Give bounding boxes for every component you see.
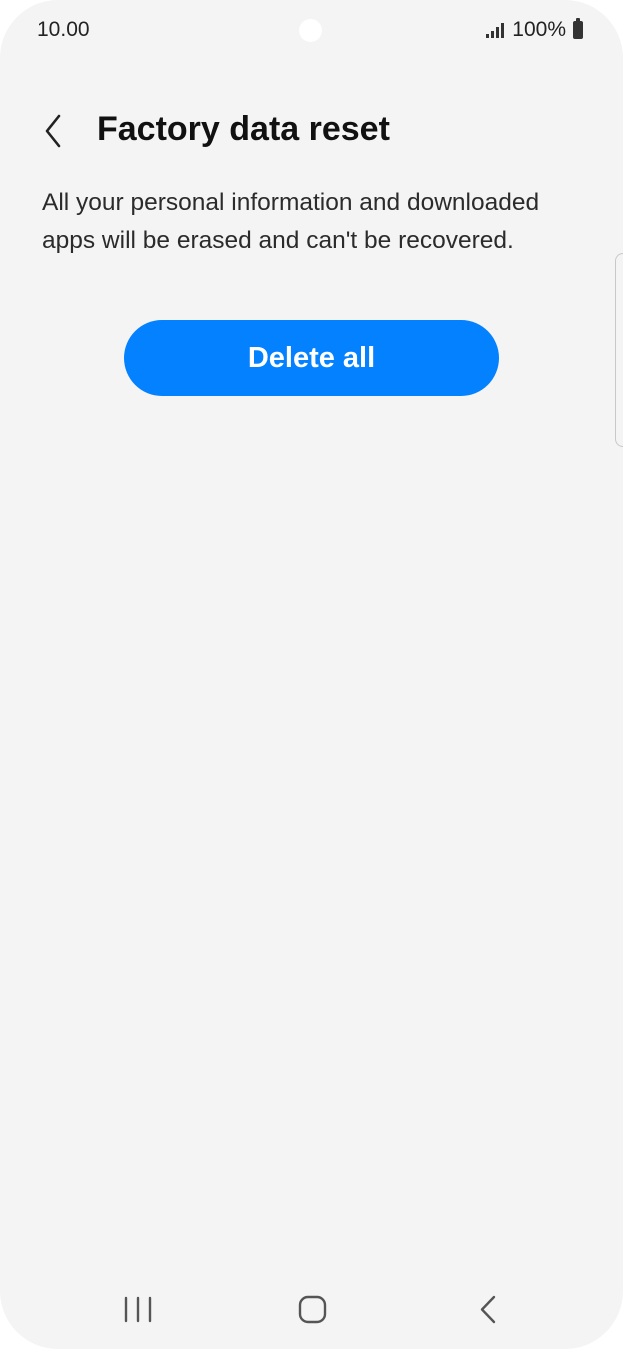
status-indicators: 100% [486, 18, 583, 42]
battery-percent: 100% [512, 18, 566, 41]
page-header: Factory data reset [0, 100, 623, 164]
home-icon [298, 1295, 327, 1324]
page-title: Factory data reset [97, 110, 390, 148]
scroll-handle[interactable] [615, 253, 623, 447]
back-icon [480, 1295, 496, 1324]
phone-screen: 10.00 100% Factory data reset All your p… [0, 0, 623, 1349]
status-bar: 10.00 100% [0, 0, 623, 62]
recents-icon [124, 1296, 152, 1323]
chevron-left-icon [45, 114, 61, 148]
nav-back-button[interactable] [447, 1270, 527, 1349]
navigation-bar [0, 1270, 623, 1349]
delete-all-button[interactable]: Delete all [124, 320, 499, 396]
back-button[interactable] [30, 108, 78, 156]
camera-cutout [299, 19, 322, 42]
signal-bars-icon [486, 22, 505, 38]
home-button[interactable] [272, 1270, 352, 1349]
reset-description: All your personal information and downlo… [42, 189, 540, 254]
recents-button[interactable] [98, 1270, 178, 1349]
status-time: 10.00 [37, 18, 90, 41]
battery-icon [573, 18, 583, 39]
